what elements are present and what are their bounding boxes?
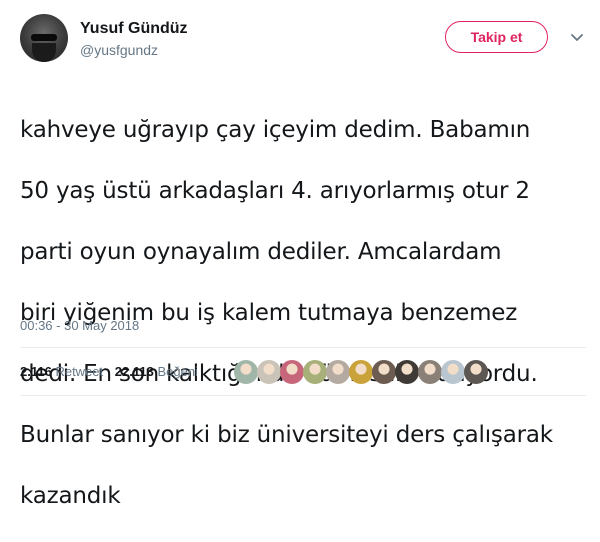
tweet-timestamp[interactable]: 00:36 - 30 May 2018: [20, 318, 139, 333]
tweet-line: parti oyun oynayalım dediler. Amcalardam: [20, 238, 502, 265]
liker-avatar-11[interactable]: [464, 360, 488, 384]
tweet-line: kazandık: [20, 482, 121, 509]
like-count: 22.113: [114, 364, 154, 379]
tweet-header: Yusuf Gündüz @yusfgundz Takip et: [20, 14, 586, 70]
avatar-beard: [32, 43, 56, 62]
liker-avatar-7[interactable]: [372, 360, 396, 384]
liker-avatar-10[interactable]: [441, 360, 465, 384]
user-handle[interactable]: @yusfgundz: [80, 42, 158, 58]
user-name[interactable]: Yusuf Gündüz: [80, 20, 188, 38]
liker-avatar-2[interactable]: [257, 360, 281, 384]
retweet-count: 2.116: [20, 364, 52, 379]
chevron-down-icon[interactable]: [568, 28, 586, 46]
retweet-label: Retweet: [55, 364, 104, 379]
retweet-stat[interactable]: 2.116 Retweet: [20, 364, 107, 379]
liker-avatar-4[interactable]: [303, 360, 327, 384]
divider-top: [20, 347, 586, 348]
avatar-glasses: [31, 34, 57, 41]
liker-avatar-8[interactable]: [395, 360, 419, 384]
tweet-stats: 2.116 Retweet 22.113 Beğeni: [20, 364, 206, 379]
liker-avatar-5[interactable]: [326, 360, 350, 384]
like-label: Beğeni: [157, 364, 198, 379]
tweet-line: kahveye uğrayıp çay içeyim dedim. Babamı…: [20, 116, 531, 143]
liker-avatar-1[interactable]: [234, 360, 258, 384]
liker-avatar-3[interactable]: [280, 360, 304, 384]
tweet-text: kahveye uğrayıp çay içeyim dedim. Babamı…: [20, 84, 586, 542]
user-avatar[interactable]: [20, 14, 68, 62]
divider-bottom: [20, 395, 586, 396]
tweet-line: 50 yaş üstü arkadaşları 4. arıyorlarmış …: [20, 177, 530, 204]
liker-avatar-6[interactable]: [349, 360, 373, 384]
tweet-line: Bunlar sanıyor ki biz üniversiteyi ders …: [20, 421, 553, 448]
follow-button[interactable]: Takip et: [445, 21, 548, 53]
liker-avatar-9[interactable]: [418, 360, 442, 384]
like-stat[interactable]: 22.113 Beğeni: [115, 364, 198, 379]
